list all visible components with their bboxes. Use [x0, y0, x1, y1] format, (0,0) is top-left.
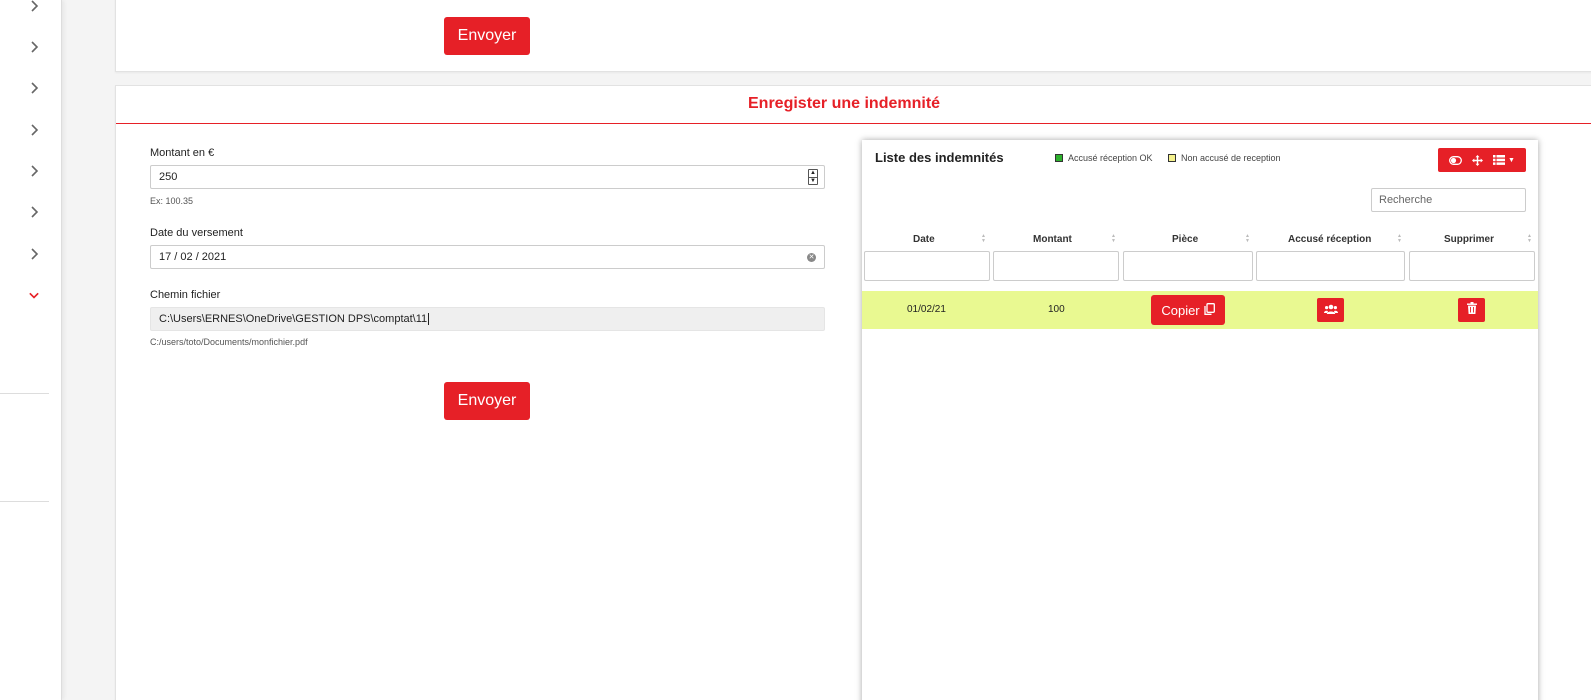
- users-icon: [1323, 301, 1338, 319]
- legend-ok-swatch: [1055, 154, 1063, 162]
- chevron-right-icon[interactable]: [28, 0, 40, 12]
- file-path-hint: C:/users/toto/Documents/monfichier.pdf: [150, 337, 308, 347]
- sort-icon[interactable]: ▲ ▼: [1396, 233, 1403, 245]
- copy-button-label: Copier: [1161, 302, 1200, 318]
- copy-button[interactable]: Copier: [1151, 295, 1225, 325]
- indemnity-card: Enregister une indemnité Montant en € 25…: [115, 85, 1591, 700]
- sort-icon[interactable]: ▲ ▼: [1244, 233, 1251, 245]
- filter-supprimer[interactable]: [1409, 251, 1535, 281]
- clear-icon[interactable]: ✕: [807, 253, 816, 262]
- card-header: Enregister une indemnité: [116, 86, 1591, 124]
- sidebar-divider: [0, 501, 49, 502]
- legend-not-ok-label: Non accusé de reception: [1181, 153, 1281, 163]
- list-icon[interactable]: ▼: [1493, 155, 1515, 165]
- chevron-down-icon[interactable]: [28, 289, 40, 301]
- text-cursor: [428, 313, 430, 325]
- chevron-right-icon[interactable]: [28, 165, 40, 177]
- search-input[interactable]: Recherche: [1371, 188, 1526, 212]
- chevron-right-icon[interactable]: [28, 124, 40, 136]
- stepper-up-icon[interactable]: ▲: [809, 170, 817, 178]
- amount-input[interactable]: 250 ▲ ▼: [150, 165, 825, 189]
- legend-not-ok: Non accusé de reception: [1168, 153, 1281, 163]
- column-header-montant[interactable]: Montant: [1033, 234, 1072, 245]
- file-path-label: Chemin fichier: [150, 289, 221, 301]
- filter-montant[interactable]: [993, 251, 1119, 281]
- date-label: Date du versement: [150, 227, 243, 239]
- copy-icon: [1203, 302, 1215, 318]
- toggle-icon[interactable]: [1449, 155, 1462, 165]
- trash-icon: [1466, 301, 1477, 319]
- stepper-down-icon[interactable]: ▼: [809, 178, 817, 185]
- send-button[interactable]: Envoyer: [444, 17, 530, 55]
- list-title: Liste des indemnités: [875, 150, 1004, 165]
- column-header-piece[interactable]: Pièce: [1172, 234, 1198, 245]
- filter-accuse[interactable]: [1256, 251, 1405, 281]
- sort-icon[interactable]: ▲ ▼: [1526, 233, 1533, 245]
- submit-indemnity-button[interactable]: Envoyer: [444, 382, 530, 420]
- cell-date: 01/02/21: [907, 304, 946, 315]
- move-icon[interactable]: [1472, 154, 1484, 166]
- main-content: Envoyer Enregister une indemnité Montant…: [88, 0, 1591, 700]
- sort-icon[interactable]: ▲ ▼: [980, 233, 987, 245]
- amount-label: Montant en €: [150, 147, 215, 159]
- sort-icon[interactable]: ▲ ▼: [1110, 233, 1117, 245]
- indemnity-list-panel: Liste des indemnités Accusé réception OK…: [862, 140, 1538, 700]
- table-row: 01/02/21 100 Copier: [862, 291, 1538, 329]
- filter-date[interactable]: [864, 251, 990, 281]
- sidebar-divider: [0, 393, 49, 394]
- page-title: Enregister une indemnité: [748, 95, 941, 112]
- filter-piece[interactable]: [1123, 251, 1253, 281]
- delete-button[interactable]: [1458, 298, 1485, 322]
- amount-stepper[interactable]: ▲ ▼: [808, 169, 818, 185]
- column-header-accuse[interactable]: Accusé réception: [1288, 234, 1371, 245]
- file-path-input[interactable]: C:\Users\ERNES\OneDrive\GESTION DPS\comp…: [150, 307, 825, 331]
- sidebar: [0, 0, 62, 700]
- legend-ok-label: Accusé réception OK: [1068, 153, 1153, 163]
- table-toolbar: ▼: [1438, 148, 1526, 172]
- search-placeholder: Recherche: [1379, 194, 1433, 206]
- date-input[interactable]: 17 / 02 / 2021 ✕: [150, 245, 825, 269]
- date-value: 17 / 02 / 2021: [159, 251, 227, 263]
- caret-down-icon[interactable]: ▼: [1508, 157, 1515, 164]
- cell-montant: 100: [1048, 304, 1065, 315]
- column-header-date[interactable]: Date: [913, 234, 935, 245]
- previous-form-card: Envoyer: [115, 0, 1591, 72]
- amount-value: 250: [159, 171, 178, 183]
- amount-hint: Ex: 100.35: [150, 196, 194, 206]
- acknowledge-button[interactable]: [1317, 298, 1344, 322]
- column-header-supprimer[interactable]: Supprimer: [1444, 234, 1494, 245]
- legend-not-ok-swatch: [1168, 154, 1176, 162]
- chevron-right-icon[interactable]: [28, 248, 40, 260]
- chevron-right-icon[interactable]: [28, 82, 40, 94]
- chevron-right-icon[interactable]: [28, 206, 40, 218]
- chevron-right-icon[interactable]: [28, 41, 40, 53]
- legend-ok: Accusé réception OK: [1055, 153, 1153, 163]
- file-path-value: C:\Users\ERNES\OneDrive\GESTION DPS\comp…: [159, 313, 428, 325]
